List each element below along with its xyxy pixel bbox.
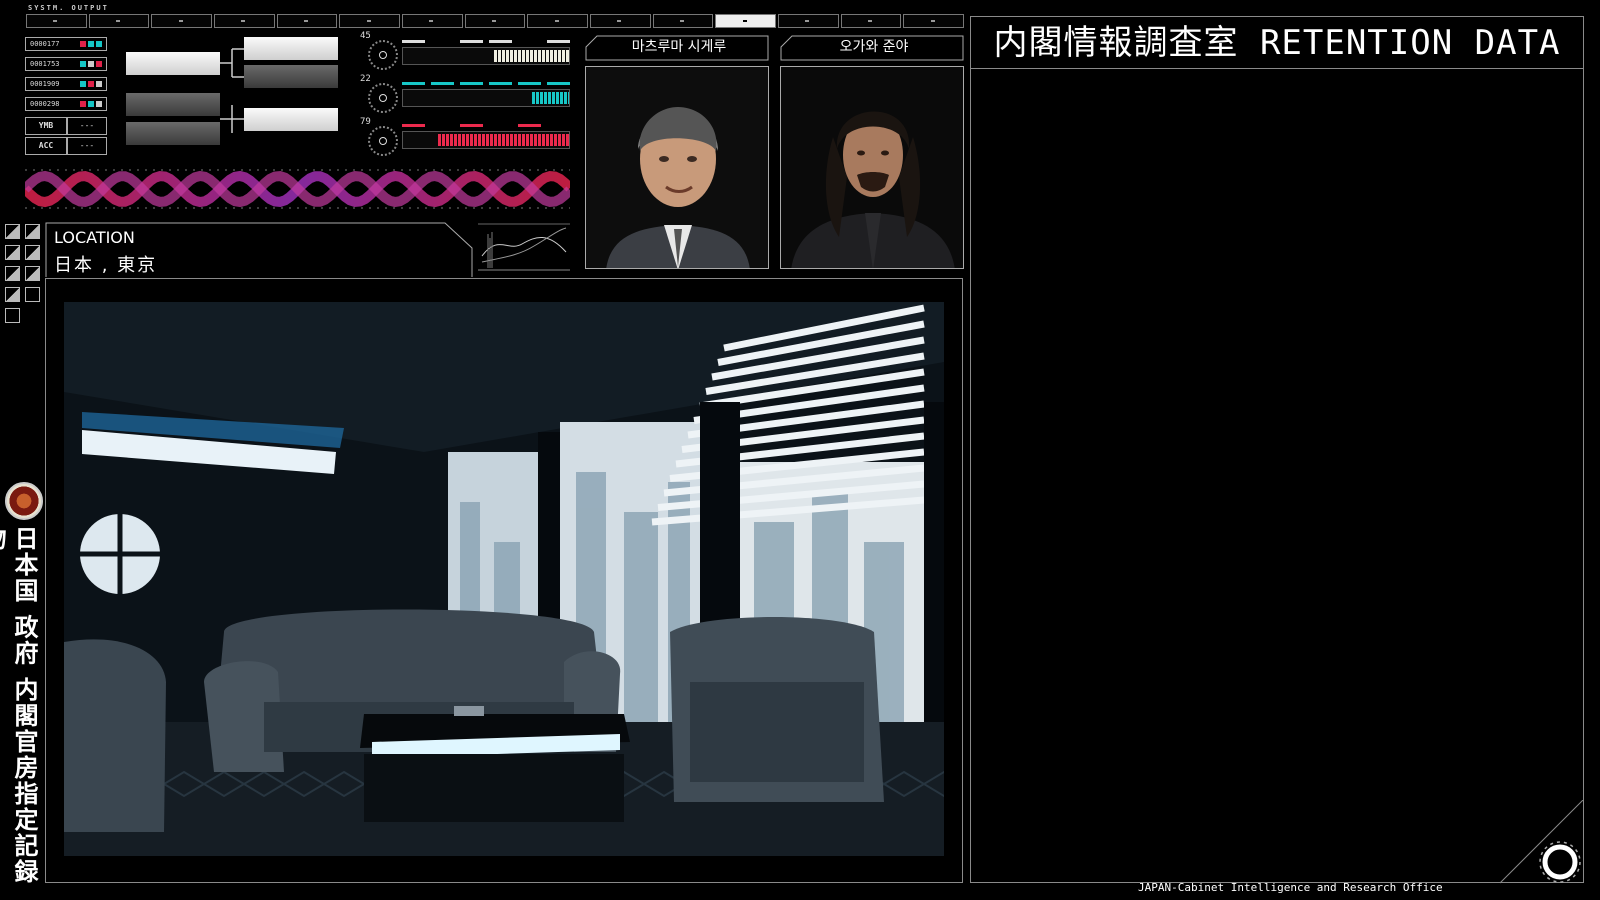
field-acc: ACC ---	[25, 137, 107, 155]
bracket-connector	[220, 48, 244, 133]
gauge-value: 79	[360, 117, 371, 127]
gauge-track	[402, 47, 570, 65]
block-white	[244, 108, 338, 131]
segment-tab[interactable]	[464, 14, 526, 28]
gauge-value: 45	[360, 31, 371, 41]
tile-icon[interactable]	[5, 266, 20, 281]
person-photo[interactable]	[780, 66, 964, 269]
tile-icon[interactable]	[5, 308, 20, 323]
status-dots-icon	[80, 81, 102, 87]
portrait-image	[586, 67, 768, 268]
block-gray	[126, 122, 220, 145]
segment-tab[interactable]	[276, 14, 338, 28]
segment-bar[interactable]	[26, 14, 965, 28]
field-value: ---	[67, 117, 107, 135]
gauge-track	[402, 89, 570, 107]
gauge-fill	[532, 92, 569, 104]
system-label: SYSTM. OUTPUT	[28, 4, 109, 12]
code-id: 0001753	[30, 60, 60, 68]
field-value: ---	[67, 137, 107, 155]
dial-icon[interactable]	[368, 126, 398, 156]
code-row[interactable]: 0001909	[25, 77, 107, 91]
code-id: 0000177	[30, 40, 60, 48]
segment-tab[interactable]	[88, 14, 150, 28]
mini-chart	[478, 223, 570, 271]
dial-icon[interactable]	[368, 40, 398, 70]
segment-tab[interactable]	[840, 14, 902, 28]
gauge-track	[402, 131, 570, 149]
segment-tab[interactable]	[903, 14, 965, 28]
location-label: LOCATION	[54, 228, 135, 247]
segment-tab[interactable]	[26, 14, 87, 28]
dial-icon[interactable]	[368, 83, 398, 113]
tile-icon[interactable]	[25, 224, 40, 239]
block-gray	[244, 65, 338, 88]
gauge-value: 22	[360, 74, 371, 84]
status-dots-icon	[80, 41, 102, 47]
person-photo[interactable]	[585, 66, 769, 269]
tile-icon[interactable]	[25, 287, 40, 302]
field-key: ACC	[25, 137, 67, 155]
gauge-fill	[437, 134, 569, 146]
field-ymb: YMB ---	[25, 117, 107, 135]
ring-logo-icon[interactable]	[1538, 840, 1582, 884]
panel-title: 内閣情報調査室 RETENTION DATA	[971, 17, 1583, 69]
portrait-image	[781, 67, 963, 268]
segment-tab[interactable]	[652, 14, 714, 28]
status-dots-icon	[80, 101, 102, 107]
code-row[interactable]: 0000177	[25, 37, 107, 51]
gauge-fill	[494, 50, 569, 62]
status-dots-icon	[80, 61, 102, 67]
block-white	[244, 37, 338, 60]
location-value: 日本 , 東京	[54, 255, 158, 276]
segment-tab[interactable]	[339, 14, 401, 28]
person-name: 오가와 준야	[839, 39, 909, 55]
tile-icon[interactable]	[5, 245, 20, 260]
code-row[interactable]: 0000298	[25, 97, 107, 111]
block-white	[126, 52, 220, 75]
code-id: 0001909	[30, 80, 60, 88]
tile-icon[interactable]	[5, 224, 20, 239]
segment-tab[interactable]	[778, 14, 839, 28]
segment-tab[interactable]	[715, 14, 777, 28]
person-name: 마츠루마 시게루	[631, 39, 727, 55]
gauge-ticks	[402, 124, 570, 127]
field-key: YMB	[25, 117, 67, 135]
tile-icon[interactable]	[25, 266, 40, 281]
segment-tab[interactable]	[527, 14, 589, 28]
block-gray	[126, 93, 220, 116]
segment-tab[interactable]	[590, 14, 651, 28]
segment-tab[interactable]	[214, 14, 275, 28]
retention-panel	[970, 16, 1584, 883]
side-title: 日本国 政府 内閣官房指定記録物	[0, 526, 38, 885]
lounge-scene-image	[64, 302, 944, 856]
code-row[interactable]: 0001753	[25, 57, 107, 71]
code-id: 0000298	[30, 100, 60, 108]
gauge-ticks	[402, 82, 570, 85]
footer-text: JAPAN-Cabinet Intelligence and Research …	[1138, 881, 1443, 894]
tile-icon[interactable]	[5, 287, 20, 302]
waveform-band	[25, 169, 570, 209]
gauge-ticks	[402, 40, 570, 43]
segment-tab[interactable]	[402, 14, 463, 28]
government-seal-icon	[5, 482, 43, 520]
segment-tab[interactable]	[151, 14, 213, 28]
scene-viewport[interactable]	[64, 302, 944, 856]
tile-icon[interactable]	[25, 245, 40, 260]
